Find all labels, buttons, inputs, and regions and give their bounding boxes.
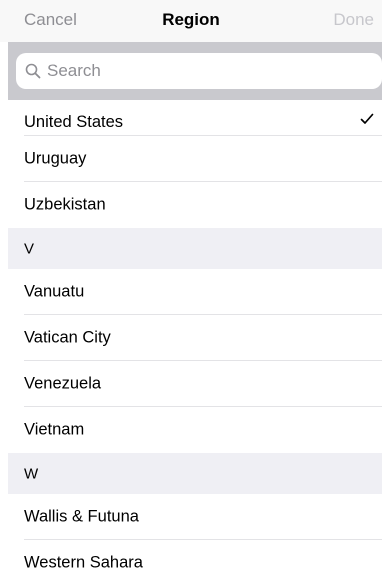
list-item-venezuela[interactable]: Venezuela [8,361,382,407]
list-item-label: United States [24,113,124,131]
checkmark-icon [360,113,374,124]
list-item-uruguay[interactable]: Uruguay [8,136,382,182]
list-item-label: Western Sahara [24,553,143,572]
section-header-label: W [24,465,39,482]
list-item-uzbekistan[interactable]: Uzbekistan [8,182,382,228]
region-picker-screen: Cancel Region Done Search United States … [0,0,382,583]
search-bar: Search [8,42,382,100]
list-item-label: Uruguay [24,149,87,168]
done-button[interactable]: Done [333,10,374,30]
list-item-wallis-futuna[interactable]: Wallis & Futuna [8,494,382,540]
section-header-w: W [8,453,382,494]
page-title: Region [162,10,220,29]
list-item-label: Vanuatu [24,282,85,301]
section-header-label: V [24,240,35,257]
list-item-label: Vietnam [24,420,85,439]
search-input[interactable]: Search [16,53,382,89]
list-item-vatican-city[interactable]: Vatican City [8,315,382,361]
list-item-label: Vatican City [24,328,111,347]
search-placeholder: Search [47,61,101,80]
list-item-vanuatu[interactable]: Vanuatu [8,269,382,315]
list-item-label: Uzbekistan [24,195,106,214]
region-list: United States Uruguay Uzbekistan V Vanua… [8,100,382,583]
list-item-label: Venezuela [24,374,102,393]
search-icon [25,63,41,79]
list-item-vietnam[interactable]: Vietnam [8,407,382,453]
section-header-v: V [8,228,382,269]
list-item-united-states[interactable]: United States [8,100,382,136]
list-item-western-sahara[interactable]: Western Sahara [8,540,382,583]
list-item-label: Wallis & Futuna [24,507,139,526]
navigation-bar: Cancel Region Done [0,0,382,42]
